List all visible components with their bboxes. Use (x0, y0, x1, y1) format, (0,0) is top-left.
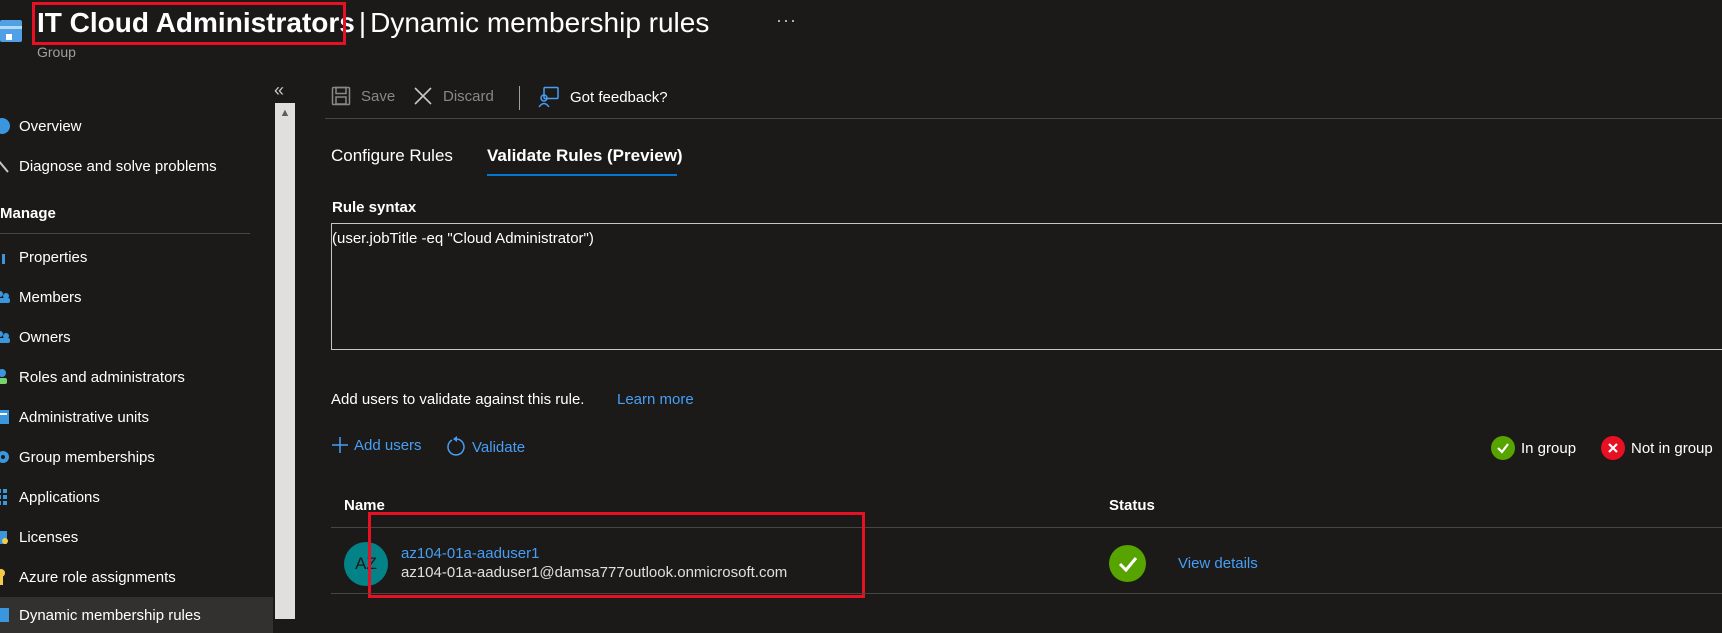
sidebar-item-licenses[interactable]: Licenses (0, 519, 273, 555)
collapse-sidebar-button[interactable]: « (274, 80, 284, 101)
sidebar-item-label: Dynamic membership rules (19, 606, 201, 624)
close-icon (413, 86, 433, 106)
tab-configure-rules[interactable]: Configure Rules (331, 146, 453, 166)
sidebar-item-properties[interactable]: Properties (0, 239, 273, 275)
validate-label: Validate (472, 438, 526, 456)
validate-description: Add users to validate against this rule. (331, 391, 585, 408)
sidebar-item-label: Overview (19, 117, 82, 135)
sidebar-item-dynamic-membership-rules[interactable]: Dynamic membership rules (0, 597, 273, 633)
sidebar-item-owners[interactable]: Owners (0, 319, 273, 355)
feedback-icon (538, 86, 560, 108)
discard-label: Discard (443, 87, 494, 105)
column-header-status[interactable]: Status (1109, 497, 1155, 514)
section-divider (0, 233, 250, 234)
page-subtitle: Group (37, 44, 76, 60)
more-options-button[interactable]: ··· (776, 10, 797, 31)
validate-button[interactable]: Validate (446, 436, 525, 458)
sidebar-item-label: Members (19, 288, 82, 306)
members-icon (0, 287, 16, 307)
sidebar-item-label: Applications (19, 488, 100, 506)
sidebar-item-diagnose[interactable]: Diagnose and solve problems (0, 148, 273, 184)
wrench-icon (0, 156, 16, 176)
selected-tab-indicator (487, 174, 677, 176)
plus-icon (331, 436, 349, 454)
sidebar-item-label: Administrative units (19, 408, 150, 426)
sidebar-item-label: Group memberships (19, 448, 155, 466)
sidebar-item-members[interactable]: Members (0, 279, 273, 315)
scroll-up-arrow-icon[interactable]: ▲ (277, 105, 293, 121)
feedback-label: Got feedback? (570, 88, 668, 106)
save-label: Save (361, 87, 396, 105)
tab-validate-rules[interactable]: Validate Rules (Preview) (487, 146, 683, 166)
sidebar-item-admin-units[interactable]: Administrative units (0, 399, 273, 435)
sidebar-item-roles[interactable]: Roles and administrators (0, 359, 273, 395)
sidebar-item-azure-role-assignments[interactable]: Azure role assignments (0, 559, 273, 595)
roles-icon (0, 367, 16, 387)
sidebar-item-label: Azure role assignments (19, 568, 176, 586)
add-users-button[interactable]: Add users (331, 436, 422, 454)
refresh-icon (446, 436, 468, 458)
table-row-divider (331, 593, 1722, 594)
annotation-box-user (368, 512, 865, 598)
x-icon (1601, 436, 1625, 460)
checkmark-icon (1491, 436, 1515, 460)
sidebar-item-label: Owners (19, 328, 71, 346)
owners-icon (0, 327, 16, 347)
grid-icon (0, 487, 16, 507)
rules-icon (0, 605, 16, 625)
rule-syntax-label: Rule syntax (332, 199, 417, 216)
group-icon (0, 14, 24, 48)
key-icon (0, 567, 16, 587)
sidebar-item-applications[interactable]: Applications (0, 479, 273, 515)
manage-section-heading: Manage (0, 205, 56, 222)
legend-in-group-label: In group (1521, 439, 1577, 457)
feedback-button[interactable]: Got feedback? (538, 86, 668, 108)
view-details-link[interactable]: View details (1178, 555, 1258, 572)
sidebar-item-label: Roles and administrators (19, 368, 185, 386)
legend-not-in-group: Not in group (1601, 436, 1713, 460)
legend-in-group: In group (1491, 436, 1576, 460)
info-icon (0, 116, 16, 136)
sidebar-scrollbar[interactable] (275, 103, 295, 619)
blade-name: Dynamic membership rules (370, 7, 710, 38)
annotation-box-title (32, 2, 346, 45)
sidebar-item-group-memberships[interactable]: Group memberships (0, 439, 273, 475)
sidebar-item-label: Licenses (19, 528, 79, 546)
save-button[interactable]: Save (331, 86, 395, 106)
title-separator: | (358, 7, 367, 38)
sidebar-item-label: Diagnose and solve problems (19, 157, 217, 175)
properties-icon (0, 247, 16, 267)
toolbar-divider (519, 86, 520, 110)
rule-syntax-value: (user.jobTitle -eq "Cloud Administrator"… (332, 230, 594, 247)
status-in-group-icon (1109, 545, 1146, 582)
admin-units-icon (0, 407, 16, 427)
learn-more-link[interactable]: Learn more (617, 391, 694, 408)
sidebar-item-label: Properties (19, 248, 88, 266)
add-users-label: Add users (354, 436, 422, 454)
save-icon (331, 86, 351, 106)
license-icon (0, 527, 16, 547)
sidebar-item-overview[interactable]: Overview (0, 108, 273, 144)
toolbar-divider-line (325, 118, 1722, 119)
gear-icon (0, 447, 16, 467)
discard-button[interactable]: Discard (413, 86, 494, 106)
legend-not-in-group-label: Not in group (1631, 439, 1713, 457)
